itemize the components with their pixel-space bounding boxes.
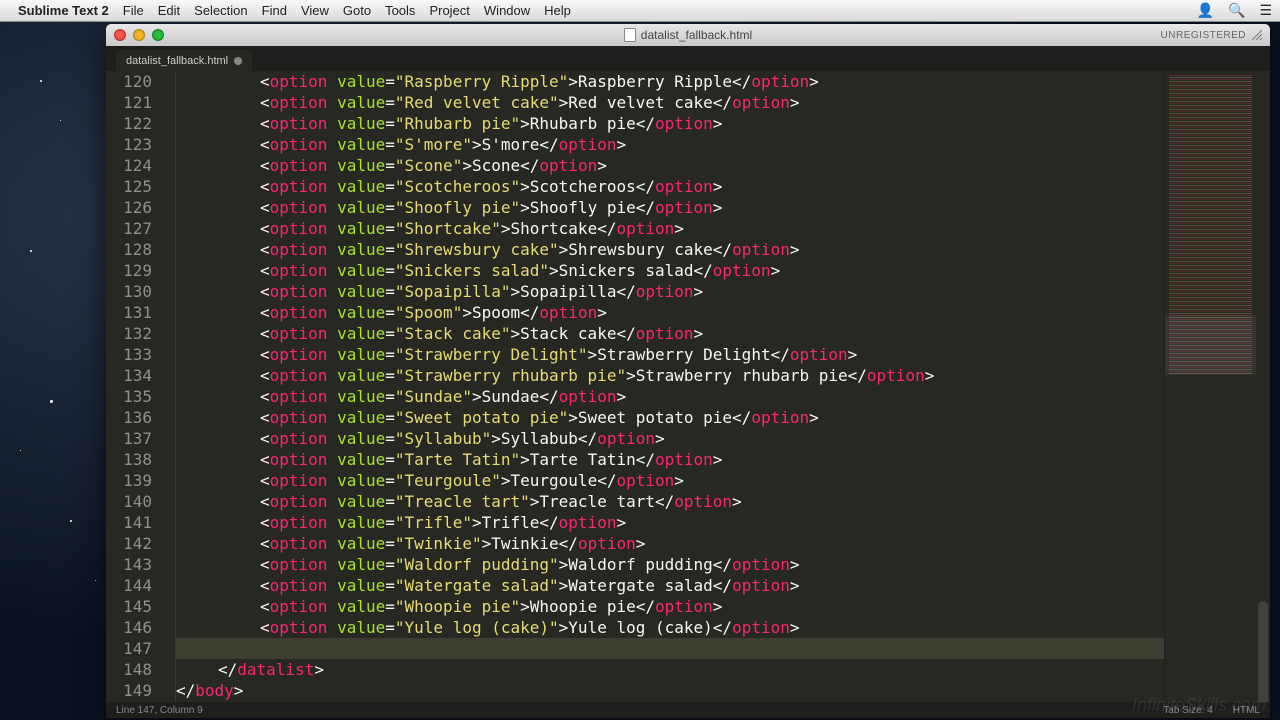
user-icon[interactable]: 👤 — [1197, 2, 1214, 19]
macos-menubar: Sublime Text 2 File Edit Selection Find … — [0, 0, 1280, 22]
watermark: InfiniteSkills.com — [1132, 695, 1266, 716]
cursor-position[interactable]: Line 147, Column 9 — [116, 705, 203, 716]
menu-edit[interactable]: Edit — [158, 3, 180, 18]
vertical-scrollbar[interactable] — [1256, 71, 1270, 702]
file-tab[interactable]: datalist_fallback.html — [116, 50, 252, 71]
menu-goto[interactable]: Goto — [343, 3, 371, 18]
editor-area[interactable]: 1201211221231241251261271281291301311321… — [106, 71, 1270, 702]
menu-list-icon[interactable]: ☰ — [1259, 2, 1272, 19]
minimap-viewport[interactable] — [1165, 315, 1256, 375]
window-titlebar[interactable]: datalist_fallback.html UNREGISTERED — [106, 24, 1270, 46]
document-icon — [624, 28, 636, 42]
line-number-gutter: 1201211221231241251261271281291301311321… — [106, 71, 164, 702]
menu-project[interactable]: Project — [429, 3, 469, 18]
menu-file[interactable]: File — [123, 3, 144, 18]
fold-column — [164, 71, 176, 702]
menu-view[interactable]: View — [301, 3, 329, 18]
tab-label: datalist_fallback.html — [126, 55, 228, 67]
tab-bar: datalist_fallback.html — [106, 46, 1270, 71]
code-content[interactable]: <option value="Raspberry Ripple">Raspber… — [176, 71, 1164, 702]
status-bar: Line 147, Column 9 Tab Size: 4 HTML — [106, 702, 1270, 718]
app-name[interactable]: Sublime Text 2 — [18, 3, 109, 18]
scrollbar-thumb[interactable] — [1258, 601, 1268, 702]
window-title: datalist_fallback.html — [641, 28, 752, 42]
menu-selection[interactable]: Selection — [194, 3, 247, 18]
menu-window[interactable]: Window — [484, 3, 530, 18]
menu-help[interactable]: Help — [544, 3, 571, 18]
menu-find[interactable]: Find — [262, 3, 287, 18]
dirty-indicator-icon — [234, 57, 242, 65]
editor-window: datalist_fallback.html UNREGISTERED data… — [106, 24, 1270, 718]
spotlight-icon[interactable]: 🔍 — [1228, 2, 1245, 19]
menu-tools[interactable]: Tools — [385, 3, 415, 18]
minimap[interactable] — [1164, 71, 1256, 702]
